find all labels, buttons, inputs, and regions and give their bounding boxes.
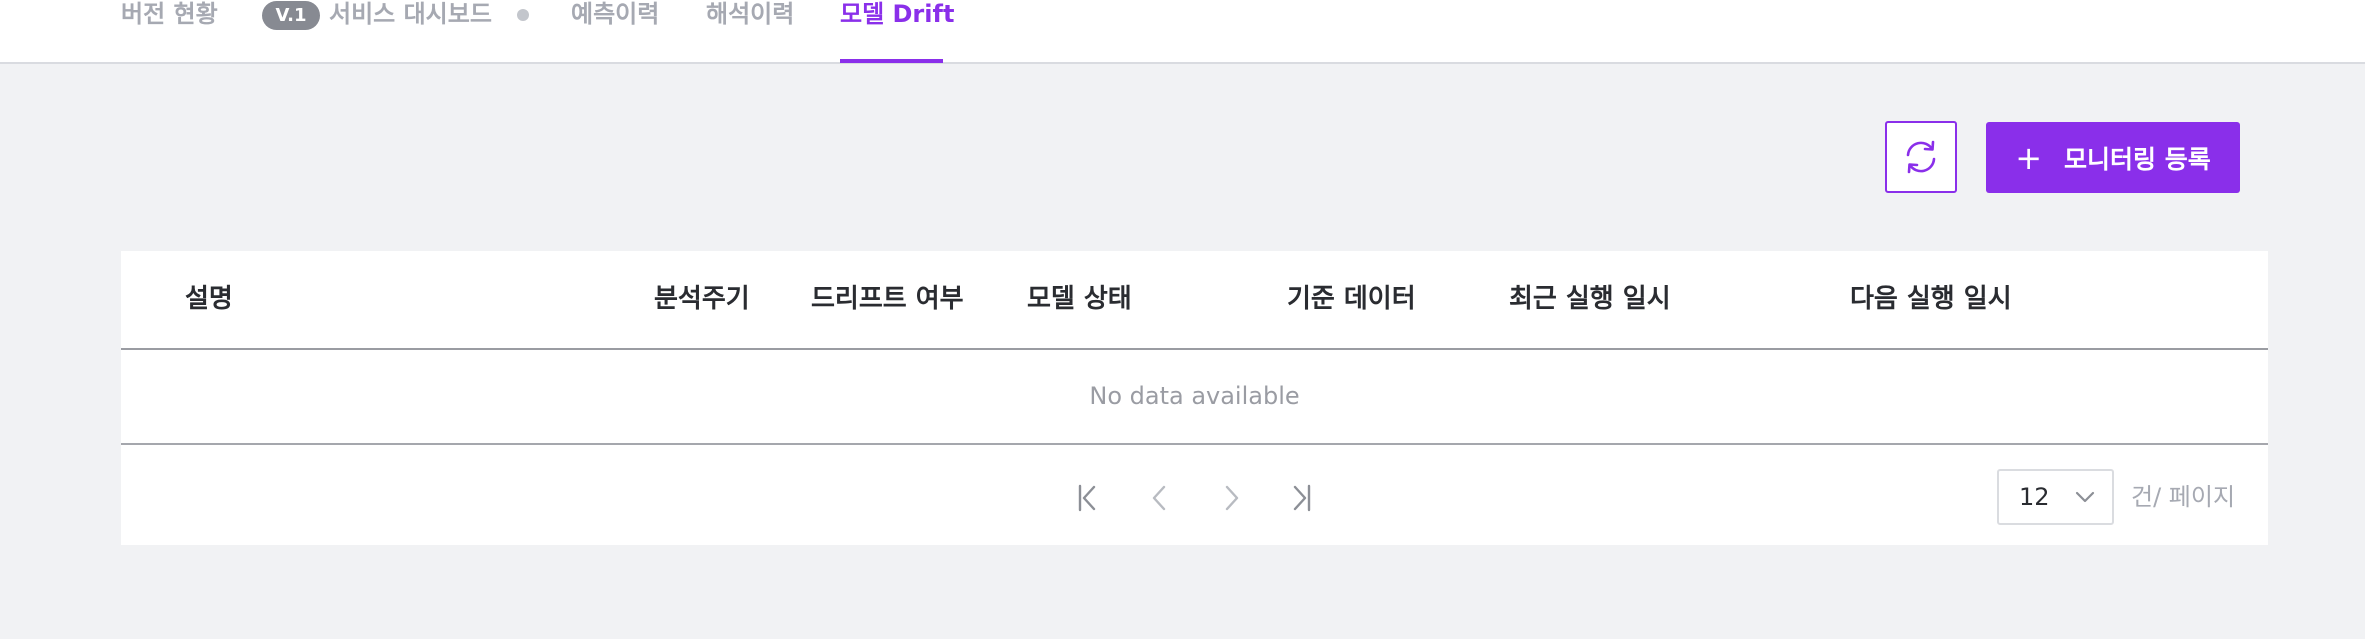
last-page-icon [1293, 484, 1311, 512]
last-page-button[interactable] [1279, 476, 1323, 520]
tab-prediction-history[interactable]: 예측이력 [571, 0, 659, 64]
plus-icon: + [2015, 138, 2043, 177]
column-header-analysis-cycle: 분석주기 [654, 284, 750, 314]
drift-table-panel: 설명 분석주기 드리프트 여부 모델 상태 기준 데이터 최근 실행 일시 다음… [121, 251, 2268, 545]
page-size-select[interactable]: 12 [1997, 469, 2114, 525]
tab-interpretation-history[interactable]: 해석이력 [706, 0, 794, 64]
tab-model-drift[interactable]: 모델 Drift [840, 0, 954, 64]
version-badge: V.1 [262, 1, 320, 30]
register-monitoring-label: 모니터링 등록 [2064, 144, 2211, 174]
tab-service-dashboard[interactable]: 서비스 대시보드 [329, 0, 492, 64]
per-page-label: 건/ 페이지 [2131, 483, 2236, 511]
first-page-icon [1078, 484, 1096, 512]
column-header-next-run: 다음 실행 일시 [1850, 284, 2012, 314]
chevron-left-icon [1152, 485, 1166, 511]
column-header-drift-status: 드리프트 여부 [811, 284, 964, 314]
column-header-last-run: 최근 실행 일시 [1509, 284, 1671, 314]
table-header: 설명 분석주기 드리프트 여부 모델 상태 기준 데이터 최근 실행 일시 다음… [121, 251, 2268, 350]
active-tab-indicator [840, 59, 943, 63]
column-header-model-status: 모델 상태 [1027, 284, 1132, 314]
column-header-baseline-data: 기준 데이터 [1287, 284, 1416, 314]
register-monitoring-button[interactable]: + 모니터링 등록 [1986, 122, 2240, 193]
page-size-value: 12 [2019, 483, 2050, 511]
refresh-button[interactable] [1885, 121, 1957, 193]
first-page-button[interactable] [1066, 476, 1110, 520]
empty-state-message: No data available [121, 350, 2268, 445]
column-header-description: 설명 [185, 284, 233, 314]
tab-bar: 버전 현황 V.1 서비스 대시보드 예측이력 해석이력 모델 Drift [0, 0, 2365, 64]
refresh-icon [1906, 140, 1936, 174]
previous-page-button[interactable] [1138, 476, 1182, 520]
chevron-down-icon [2075, 491, 2095, 503]
chevron-right-icon [1225, 485, 1239, 511]
status-dot [517, 9, 529, 21]
tab-version-status[interactable]: 버전 현황 [121, 0, 218, 64]
next-page-button[interactable] [1209, 476, 1253, 520]
